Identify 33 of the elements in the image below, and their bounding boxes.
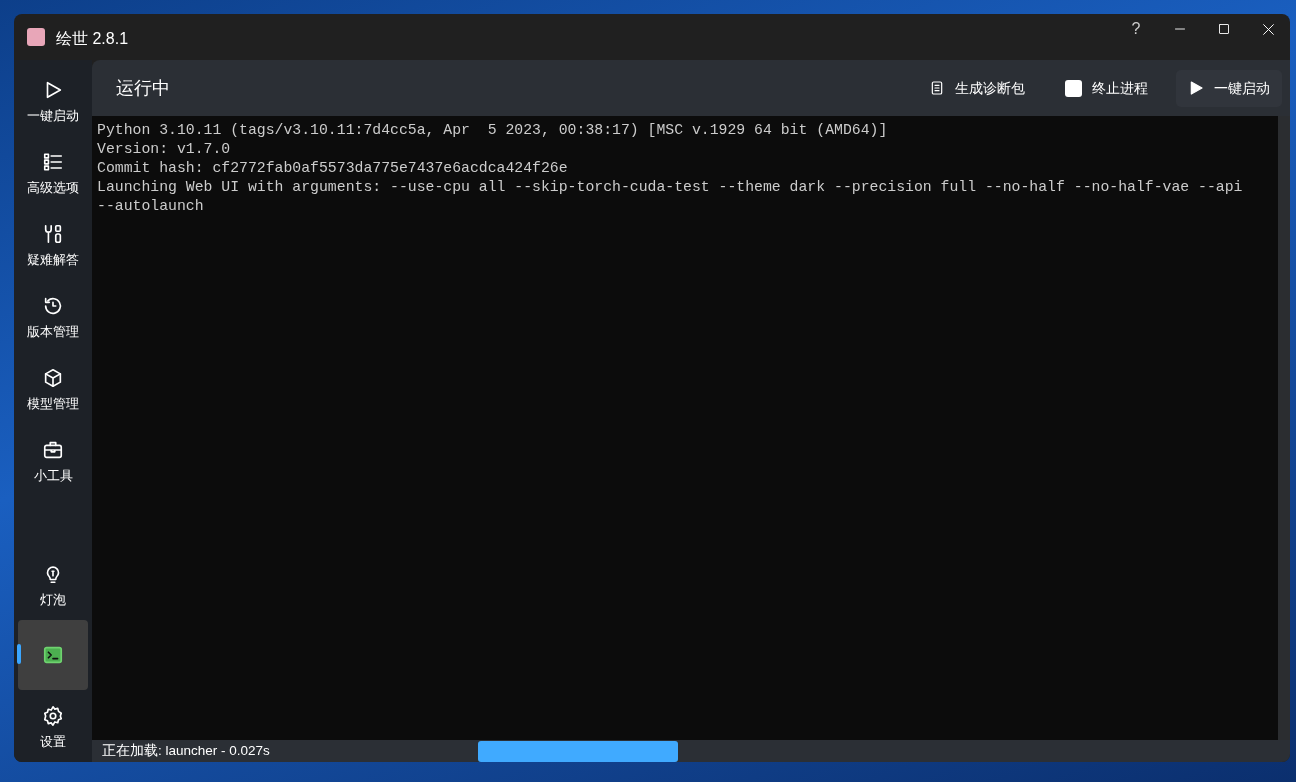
sidebar-item[interactable]: 疑难解答 (18, 208, 88, 280)
tools-icon (42, 222, 64, 245)
app-icon (27, 28, 45, 46)
sidebar-item[interactable]: 一键启动 (18, 64, 88, 136)
maximize-icon (1218, 23, 1230, 35)
scrollbar[interactable] (1278, 116, 1290, 740)
console-line: Python 3.10.11 (tags/v3.10.11:7d4cc5a, Apr 5 2023, 00:38:17) [MSC v.1929 64 bit (AMD64)] (97, 121, 889, 140)
launch-button[interactable]: 一键启动 (1176, 69, 1282, 107)
sidebar-item[interactable]: 高级选项 (18, 136, 88, 208)
console-line: Commit hash: cf2772fab0af5573da775e7437e6acdca424f26e (97, 159, 569, 178)
console-line: --autolaunch (97, 197, 205, 216)
selection-indicator (17, 644, 21, 664)
terminal-icon (42, 644, 64, 666)
settings-icon (42, 704, 64, 727)
list-icon (42, 150, 64, 173)
diagnostics-button[interactable]: 生成诊断包 (917, 69, 1037, 107)
cube-icon (42, 366, 64, 389)
document-icon (929, 79, 945, 97)
terminate-checkbox[interactable]: 终止进程 (1053, 69, 1160, 107)
sidebar-item[interactable]: 灯泡 (18, 548, 88, 620)
play-icon (1188, 80, 1204, 96)
close-icon (1261, 22, 1275, 36)
sidebar-item[interactable]: 小工具 (18, 424, 88, 496)
sidebar-item[interactable]: 版本管理 (18, 280, 88, 352)
sidebar-item[interactable]: 模型管理 (18, 352, 88, 424)
status-text: 正在加载: launcher - 0.027s (101, 741, 271, 760)
console-line: Launching Web UI with arguments: --use-cpu all --skip-torch-cuda-test --theme dark --precision full --no-half --no-half-vae --api (97, 178, 1244, 197)
page-title: 运行中 (116, 76, 170, 100)
sidebar-item[interactable] (18, 620, 88, 690)
help-button[interactable]: ? (1114, 14, 1158, 44)
window-title: 绘世 2.8.1 (56, 29, 129, 49)
console-line: Version: v1.7.0 (97, 140, 232, 159)
sidebar-item[interactable]: 设置 (18, 690, 88, 762)
